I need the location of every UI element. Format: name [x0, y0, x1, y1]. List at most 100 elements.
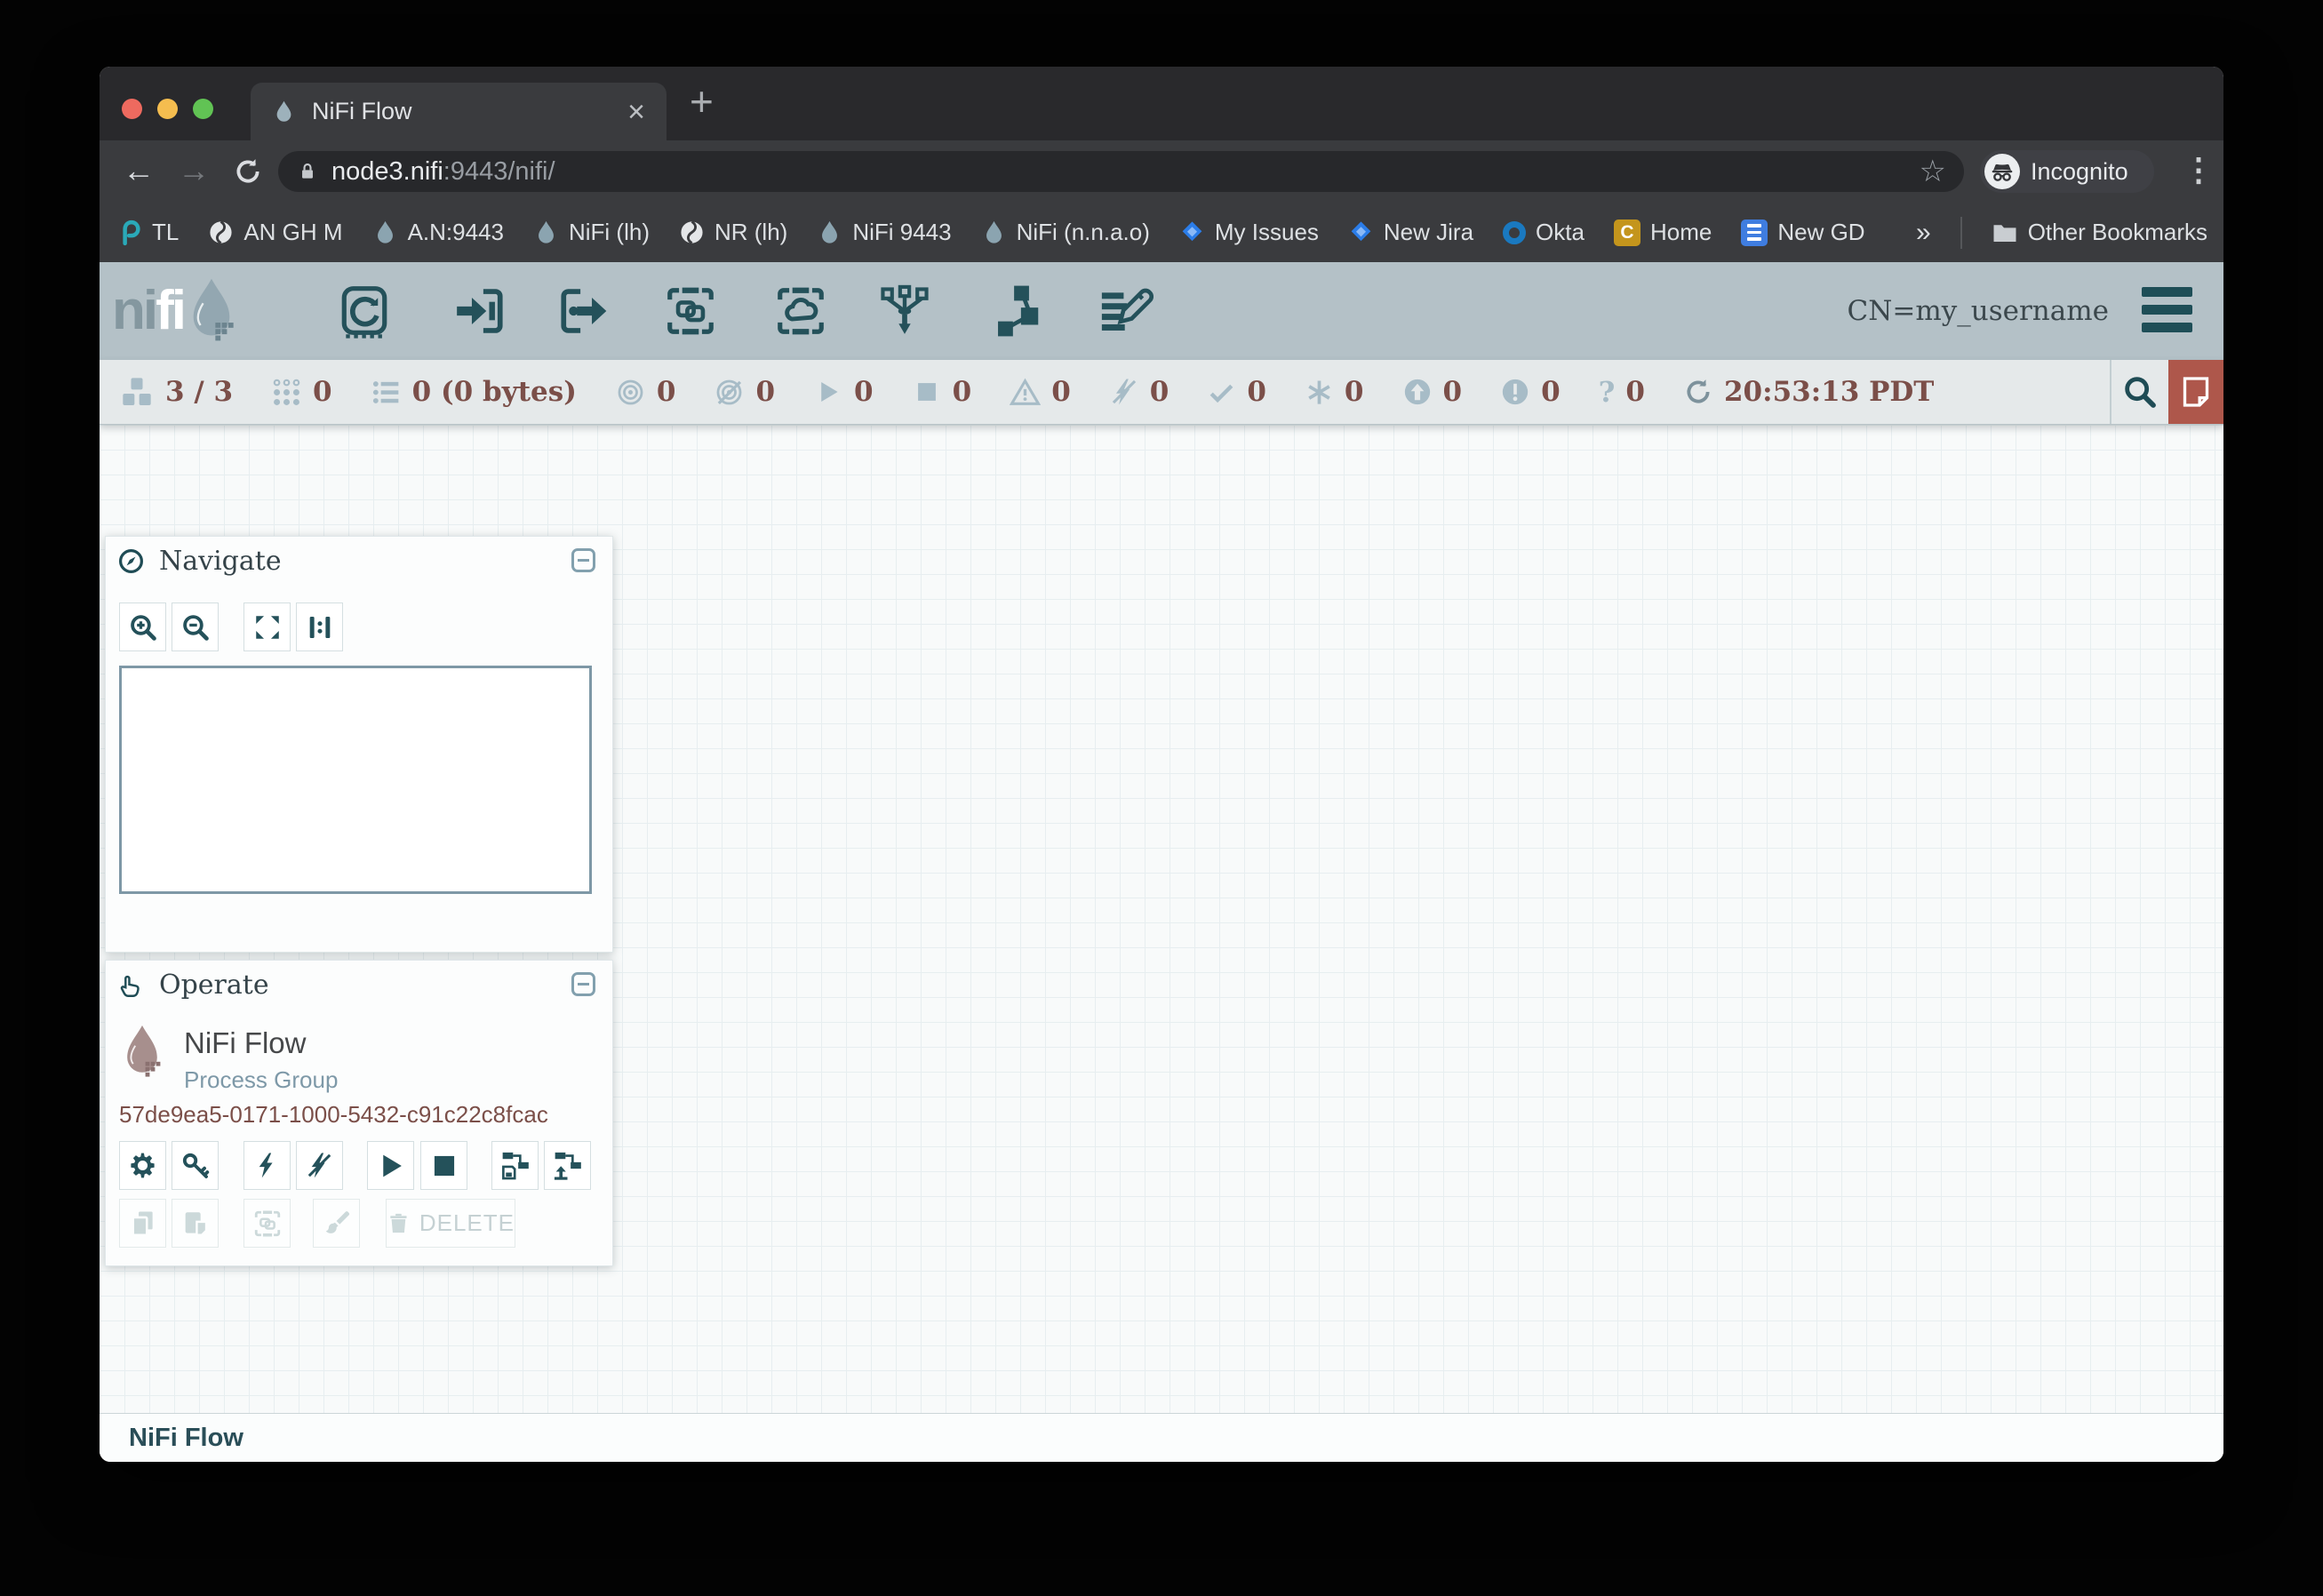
zoom-out-button[interactable]: [172, 602, 219, 651]
search-icon: [2122, 374, 2158, 410]
bookmark-nifi-9443[interactable]: NiFi 9443: [817, 219, 951, 246]
new-tab-button[interactable]: +: [690, 81, 714, 122]
navigate-header: Navigate: [106, 537, 612, 583]
flow-canvas[interactable]: Navigate Operate: [100, 425, 2223, 1413]
last-refresh-status: 20:53:13 PDT: [1683, 376, 1934, 408]
change-color-button[interactable]: [313, 1199, 360, 1248]
locally-modified-status: 0: [1305, 376, 1364, 408]
nifi-logo: nifi: [112, 262, 237, 360]
stopped-status: 0: [912, 376, 972, 408]
output-port-component-icon[interactable]: [556, 283, 611, 339]
running-status: 0: [813, 376, 874, 408]
funnel-component-icon[interactable]: [877, 283, 932, 339]
queued-list-icon: [371, 377, 402, 408]
nifi-drop-logo-icon: [186, 277, 237, 345]
delete-button[interactable]: DELETE: [386, 1199, 515, 1248]
active-threads-status: 0: [271, 376, 332, 408]
global-menu-icon[interactable]: [2142, 287, 2192, 332]
refresh-icon[interactable]: [1683, 377, 1713, 407]
selection-type: Process Group: [184, 1066, 338, 1094]
save-flow-version-button[interactable]: [491, 1141, 539, 1190]
nifi-favicon-icon: [272, 100, 296, 124]
reload-icon[interactable]: [233, 156, 263, 187]
cluster-status: 3 / 3: [119, 374, 233, 410]
start-button[interactable]: [367, 1141, 414, 1190]
group-button[interactable]: [243, 1199, 291, 1248]
zoom-actual-size-button[interactable]: [296, 602, 343, 651]
change-flow-version-button[interactable]: [544, 1141, 591, 1190]
bookmark-nifi-nnao[interactable]: NiFi (n.n.a.o): [981, 219, 1150, 246]
breadcrumb-root[interactable]: NiFi Flow: [129, 1424, 243, 1453]
current-user: CN=my_username: [1848, 262, 2109, 360]
minimize-window-button[interactable]: [157, 99, 178, 119]
bulletin-note-icon: [2178, 374, 2214, 410]
bookmark-my-issues[interactable]: My Issues: [1179, 219, 1319, 246]
back-icon[interactable]: ←: [123, 153, 155, 188]
bookmark-new-jira[interactable]: New Jira: [1348, 219, 1473, 246]
remote-process-group-component-icon[interactable]: [773, 283, 828, 339]
url-bar[interactable]: node3.nifi:9443/nifi/ ☆: [278, 151, 1964, 192]
bookmark-new-gd[interactable]: New GD: [1741, 219, 1864, 246]
browser-tab[interactable]: NiFi Flow ×: [251, 83, 667, 140]
jira-icon: [1348, 219, 1374, 245]
zoom-out-icon: [180, 612, 211, 642]
zoom-in-button[interactable]: [119, 602, 166, 651]
screen: NiFi Flow × + ← → node3.nifi:9443/nifi/ …: [0, 0, 2323, 1596]
gdoc-icon: [1741, 219, 1768, 246]
bookmark-an9443[interactable]: A.N:9443: [372, 219, 504, 246]
bookmark-home[interactable]: CHome: [1614, 219, 1712, 246]
bulletin-board-button[interactable]: [2168, 360, 2223, 424]
play-icon: [374, 1149, 408, 1183]
nifi-drop-icon: [533, 219, 559, 245]
okta-icon: [1503, 221, 1526, 244]
paste-button[interactable]: [172, 1199, 219, 1248]
threads-icon: [271, 377, 302, 408]
group-icon: [252, 1209, 283, 1239]
operate-title: Operate: [159, 970, 269, 1001]
template-component-icon[interactable]: [990, 283, 1045, 339]
navigate-panel: Navigate: [105, 536, 613, 953]
bookmark-tl[interactable]: TL: [116, 219, 179, 246]
locally-modified-stale-status: 0: [1500, 376, 1561, 408]
process-group-component-icon[interactable]: [663, 283, 718, 339]
stop-button[interactable]: [420, 1141, 467, 1190]
label-component-icon[interactable]: [1098, 283, 1154, 339]
access-policies-button[interactable]: [172, 1141, 219, 1190]
collapse-navigate-button[interactable]: [571, 548, 595, 572]
copy-button[interactable]: [119, 1199, 166, 1248]
stop-icon: [427, 1149, 461, 1183]
breadcrumb-bar: NiFi Flow: [100, 1413, 2223, 1462]
change-flow-version-icon: [552, 1150, 583, 1181]
browser-menu-icon[interactable]: ⋮: [2183, 151, 2215, 188]
disable-button[interactable]: [296, 1141, 343, 1190]
bookmark-star-icon[interactable]: ☆: [1920, 154, 1946, 189]
queued-status: 0 (0 bytes): [371, 376, 577, 408]
enable-button[interactable]: [243, 1141, 291, 1190]
collapse-operate-button[interactable]: [571, 972, 595, 996]
maximize-window-button[interactable]: [193, 99, 213, 119]
process-group-drop-icon: [121, 1023, 164, 1081]
up-to-date-status: 0: [1207, 376, 1266, 408]
other-bookmarks-button[interactable]: Other Bookmarks: [1992, 219, 2207, 246]
close-window-button[interactable]: [122, 99, 142, 119]
bookmark-an-gh-m[interactable]: AN GH M: [208, 219, 342, 246]
zoom-fit-icon: [252, 612, 283, 642]
input-port-component-icon[interactable]: [452, 283, 507, 339]
search-button[interactable]: [2111, 360, 2168, 424]
bookmark-nifi-lh[interactable]: NiFi (lh): [533, 219, 650, 246]
forward-icon[interactable]: →: [178, 153, 210, 188]
zoom-fit-button[interactable]: [243, 602, 291, 651]
configure-button[interactable]: [119, 1141, 166, 1190]
processor-component-icon[interactable]: [337, 283, 392, 339]
close-tab-icon[interactable]: ×: [627, 97, 645, 127]
bookmarks-overflow-chevron[interactable]: »: [1916, 218, 1931, 248]
disabled-bolt-icon: [1109, 377, 1139, 407]
bookmark-nr-lh[interactable]: NR (lh): [679, 219, 787, 246]
key-icon: [180, 1151, 211, 1181]
stopped-icon: [912, 377, 942, 407]
gear-icon: [127, 1150, 158, 1181]
nifi-drop-icon: [981, 219, 1007, 245]
paste-icon: [180, 1209, 211, 1239]
birdseye-minimap[interactable]: [119, 666, 592, 894]
bookmark-okta[interactable]: Okta: [1503, 219, 1585, 246]
